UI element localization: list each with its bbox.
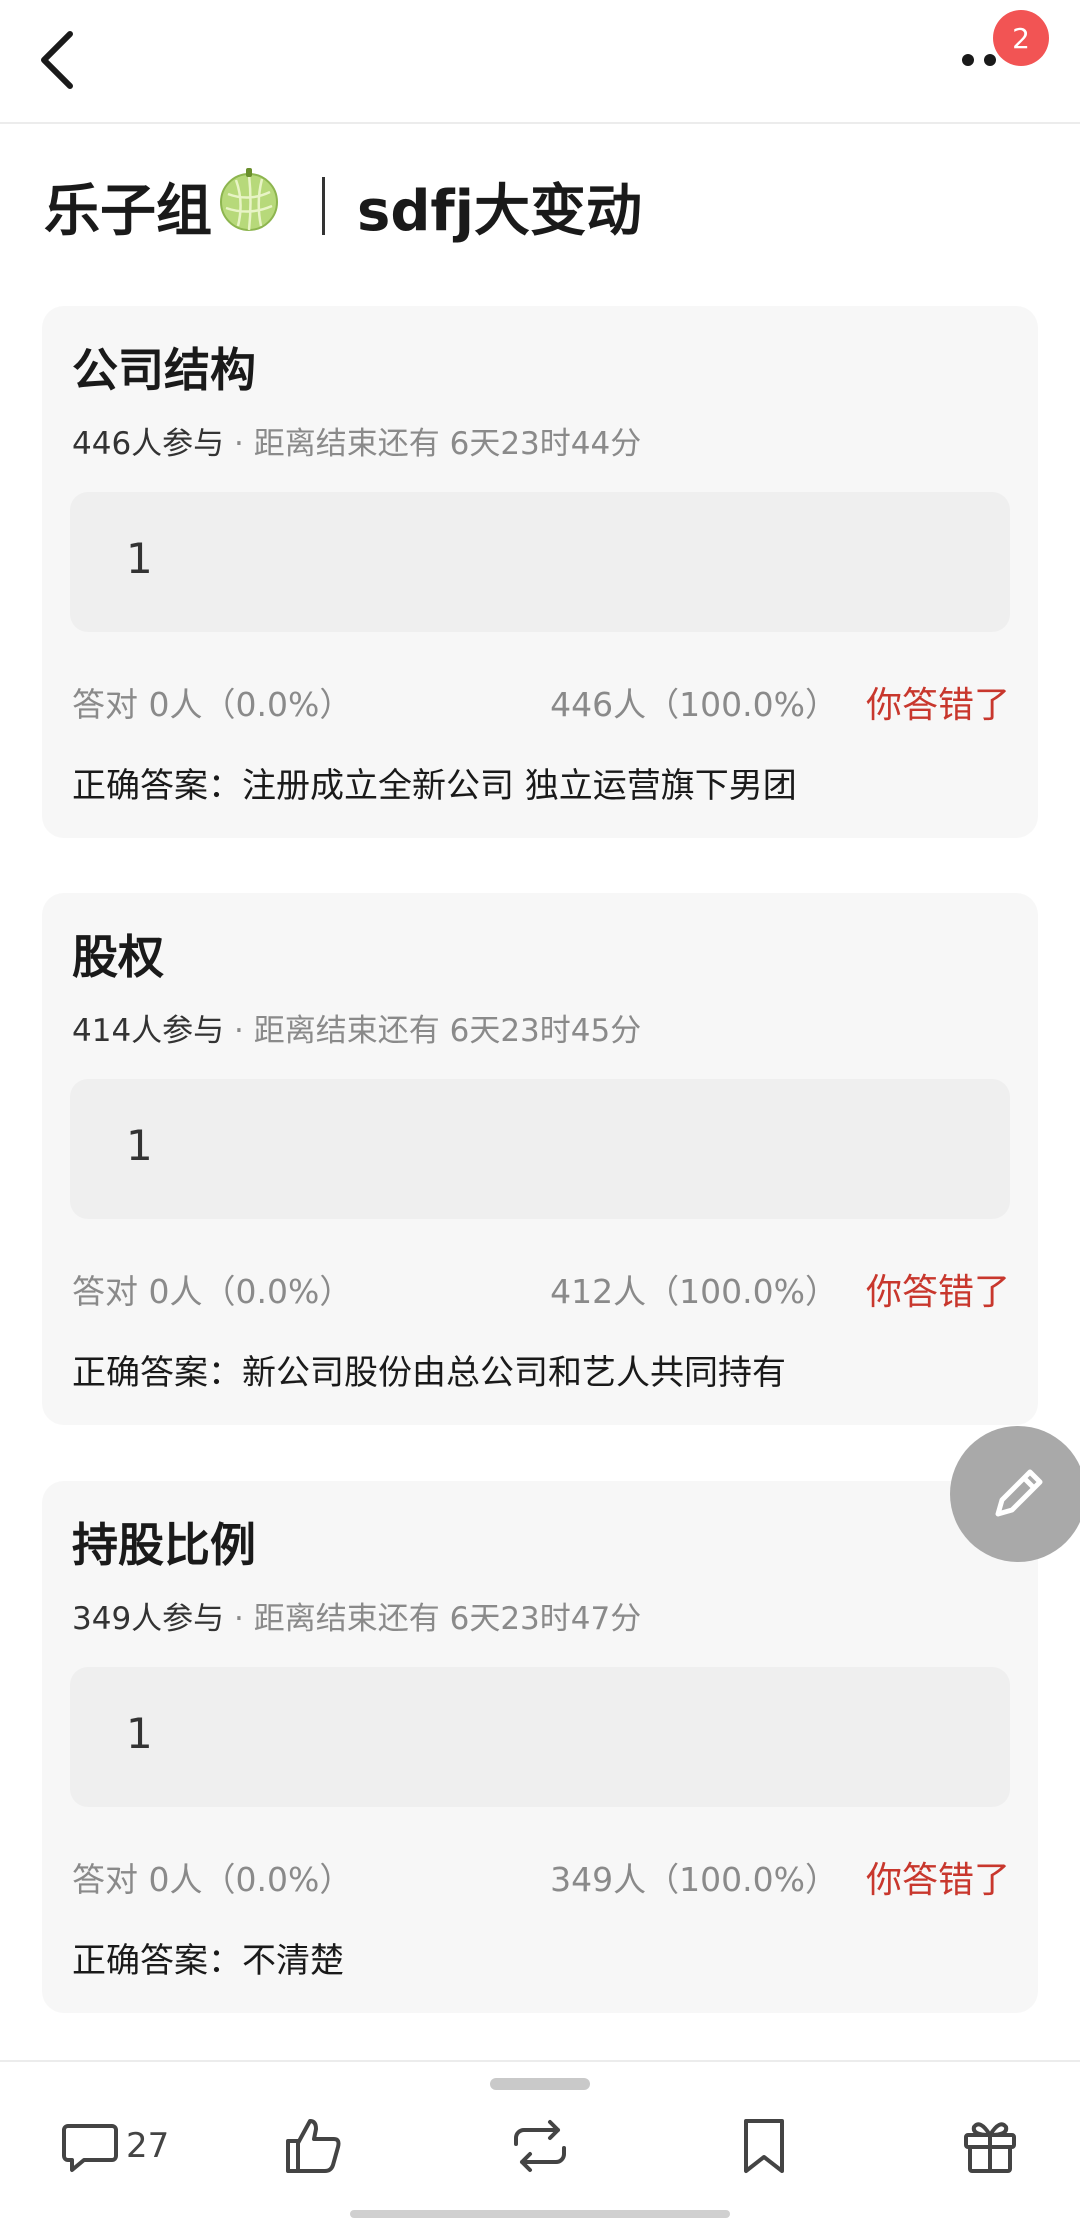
result-label: 你答错了 [865,685,1010,726]
my-answer: 1 [126,1709,153,1758]
my-answer-box: 1 [70,1079,1010,1219]
top-bar: 2 [0,0,1080,124]
pencil-icon [995,1469,1043,1517]
drag-handle[interactable] [490,2078,590,2090]
chevron-left-icon [41,31,73,89]
correct-stat: 答对 0人（0.0%） [72,1860,353,1899]
correct-answer: 正确答案：新公司股份由总公司和艺人共同持有 [72,1353,786,1393]
page-title: 乐子组 sdfj大变动 [44,168,642,244]
quiz-card: 公司结构 446人参与 · 距离结束还有 6天23时44分 1 答对 0人（0.… [42,306,1038,838]
quiz-card: 持股比例 349人参与 · 距离结束还有 6天23时47分 1 答对 0人（0.… [42,1481,1038,2013]
deadline-text: · 距离结束还有 6天23时47分 [234,1601,642,1637]
bookmark-icon [744,2119,784,2173]
repost-icon [514,2120,566,2172]
question-meta: 414人参与 · 距离结束还有 6天23时45分 [72,1005,641,1050]
answered-stat: 349人（100.0%） [550,1860,838,1899]
repost-button[interactable] [508,2110,572,2182]
comment-count: 27 [126,2126,170,2166]
participant-count: 446人参与 [72,426,225,462]
bottom-toolbar: 27 [0,2060,1080,2222]
like-icon [286,2119,341,2173]
gift-icon [964,2122,1016,2173]
title-divider [322,177,325,235]
gift-button[interactable] [960,2110,1020,2182]
like-button[interactable] [282,2110,344,2182]
result-label: 你答错了 [865,1860,1010,1901]
bookmark-button[interactable] [736,2110,792,2182]
question-meta: 446人参与 · 距离结束还有 6天23时44分 [72,418,641,463]
deadline-text: · 距离结束还有 6天23时45分 [234,1013,642,1049]
notification-badge: 2 [993,10,1049,66]
back-button[interactable] [30,20,110,100]
question-meta: 349人参与 · 距离结束还有 6天23时47分 [72,1593,641,1638]
question-title: 公司结构 [72,343,256,397]
my-answer-box: 1 [70,1667,1010,1807]
question-title: 股权 [72,930,164,984]
correct-answer: 正确答案：不清楚 [72,1941,344,1981]
group-name: 乐子组 [44,178,212,244]
my-answer: 1 [126,534,153,583]
answered-stat: 446人（100.0%） [550,685,838,724]
quiz-card: 股权 414人参与 · 距离结束还有 6天23时45分 1 答对 0人（0.0%… [42,893,1038,1425]
result-label: 你答错了 [865,1272,1010,1313]
comment-icon [62,2124,118,2172]
correct-answer: 正确答案：注册成立全新公司 独立运营旗下男团 [72,766,797,806]
my-answer-box: 1 [70,492,1010,632]
melon-icon [220,168,278,231]
edit-button[interactable] [950,1426,1080,1562]
comment-button[interactable]: 27 [60,2110,169,2182]
my-answer: 1 [126,1121,153,1170]
correct-stat: 答对 0人（0.0%） [72,685,353,724]
deadline-text: · 距离结束还有 6天23时44分 [234,426,642,462]
correct-stat: 答对 0人（0.0%） [72,1272,353,1311]
topic-title: sdfj大变动 [357,178,642,244]
melon-emoji [218,166,280,246]
participant-count: 414人参与 [72,1013,225,1049]
home-indicator[interactable] [350,2210,730,2218]
answered-stat: 412人（100.0%） [550,1272,838,1311]
question-title: 持股比例 [72,1518,256,1572]
participant-count: 349人参与 [72,1601,225,1637]
